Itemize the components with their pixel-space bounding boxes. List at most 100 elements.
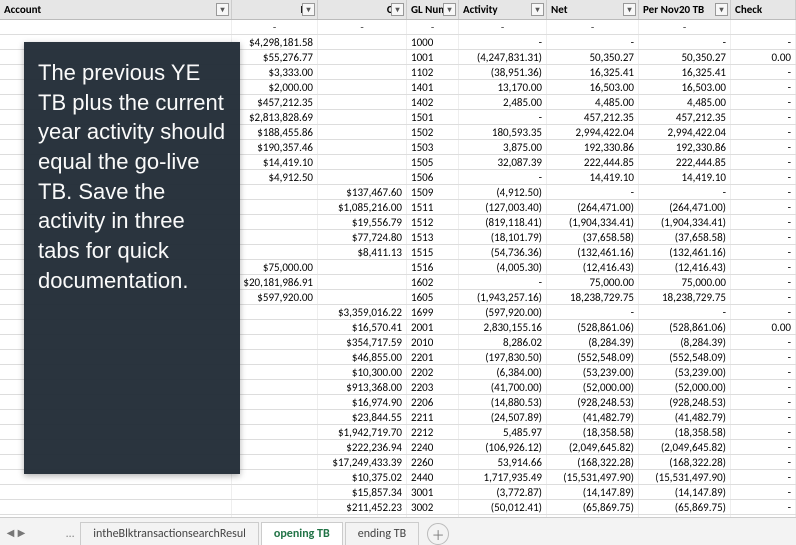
cell-gl[interactable]: 1516	[407, 260, 459, 274]
cell-tb[interactable]: 2,994,422.04	[639, 125, 731, 139]
cell-gl[interactable]: 2211	[407, 410, 459, 424]
cell-gl[interactable]: 2001	[407, 320, 459, 334]
cell-de[interactable]: $597,920.00	[232, 290, 318, 304]
cell[interactable]	[0, 485, 232, 499]
cell-cre[interactable]: $16,974.90	[318, 395, 407, 409]
cell-de[interactable]	[232, 485, 318, 499]
cell-de[interactable]: $190,357.46	[232, 140, 318, 154]
cell-gl[interactable]: 1513	[407, 230, 459, 244]
cell-activity[interactable]: -	[459, 110, 547, 124]
cell-tb[interactable]: (18,358.58)	[639, 425, 731, 439]
cell-check[interactable]: -	[731, 200, 796, 214]
cell-net[interactable]: 16,325.41	[547, 65, 639, 79]
cell-gl[interactable]: 1605	[407, 290, 459, 304]
cell-net[interactable]: (52,000.00)	[547, 380, 639, 394]
cell-tb[interactable]: -	[639, 185, 731, 199]
cell-cre[interactable]: $137,467.60	[318, 185, 407, 199]
cell-de[interactable]: $188,455.86	[232, 125, 318, 139]
cell-net[interactable]: -	[547, 185, 639, 199]
cell-check[interactable]: -	[731, 335, 796, 349]
cell-net[interactable]: (15,531,497.90)	[547, 470, 639, 484]
cell-net[interactable]: (37,658.58)	[547, 230, 639, 244]
cell-check[interactable]: -	[731, 155, 796, 169]
cell-activity[interactable]: (197,830.50)	[459, 350, 547, 364]
cell-cre[interactable]: $77,724.80	[318, 230, 407, 244]
cell-net[interactable]: (132,461.16)	[547, 245, 639, 259]
cell-activity[interactable]: (50,012.41)	[459, 500, 547, 514]
filter-dropdown-icon[interactable]: ▾	[623, 3, 636, 16]
cell-cre[interactable]	[318, 155, 407, 169]
cell-activity[interactable]: (54,736.36)	[459, 245, 547, 259]
cell-net[interactable]: 50,350.27	[547, 50, 639, 64]
cell-de[interactable]	[232, 365, 318, 379]
filter-dropdown-icon[interactable]: ▾	[302, 3, 315, 16]
table-row[interactable]: $15,857.343001(3,772.87)(14,147.89)(14,1…	[0, 485, 796, 500]
cell-gl[interactable]: 3001	[407, 485, 459, 499]
cell-check[interactable]: -	[731, 365, 796, 379]
cell-tb[interactable]: (15,531,497.90)	[639, 470, 731, 484]
cell-net[interactable]: (2,049,645.82)	[547, 440, 639, 454]
table-row[interactable]: $211,452.233002(50,012.41)(65,869.75)(65…	[0, 500, 796, 515]
filter-cell[interactable]: -	[318, 20, 407, 34]
cell-net[interactable]: (14,147.89)	[547, 485, 639, 499]
cell-check[interactable]: -	[731, 245, 796, 259]
cell-cre[interactable]	[318, 170, 407, 184]
cell-cre[interactable]	[318, 290, 407, 304]
cell-cre[interactable]	[318, 275, 407, 289]
cell-tb[interactable]: 75,000.00	[639, 275, 731, 289]
cell-gl[interactable]: 2440	[407, 470, 459, 484]
cell-cre[interactable]: $10,375.02	[318, 470, 407, 484]
cell-gl[interactable]: 1511	[407, 200, 459, 214]
cell-tb[interactable]: 16,503.00	[639, 80, 731, 94]
cell-cre[interactable]: $17,249,433.39	[318, 455, 407, 469]
filter-dropdown-icon[interactable]: ▾	[443, 3, 456, 16]
cell-net[interactable]: 18,238,729.75	[547, 290, 639, 304]
cell-net[interactable]: (8,284.39)	[547, 335, 639, 349]
sheet-tab[interactable]: intheBlktransactionsearchResul	[80, 522, 259, 545]
cell-gl[interactable]: 1502	[407, 125, 459, 139]
cell-cre[interactable]: $913,368.00	[318, 380, 407, 394]
cell-de[interactable]	[232, 305, 318, 319]
cell-gl[interactable]: 1401	[407, 80, 459, 94]
cell-cre[interactable]	[318, 260, 407, 274]
cell-net[interactable]: (928,248.53)	[547, 395, 639, 409]
cell-check[interactable]: -	[731, 275, 796, 289]
cell-cre[interactable]: $15,857.34	[318, 485, 407, 499]
cell-activity[interactable]: (1,943,257.16)	[459, 290, 547, 304]
cell-tb[interactable]: (1,904,334.41)	[639, 215, 731, 229]
cell-de[interactable]	[232, 470, 318, 484]
cell-activity[interactable]: -	[459, 170, 547, 184]
cell-de[interactable]	[232, 185, 318, 199]
cell-activity[interactable]: 180,593.35	[459, 125, 547, 139]
cell-gl[interactable]: 1001	[407, 50, 459, 64]
cell-net[interactable]: 4,485.00	[547, 95, 639, 109]
cell-cre[interactable]: $211,452.23	[318, 500, 407, 514]
cell-tb[interactable]: (12,416.43)	[639, 260, 731, 274]
cell-check[interactable]: -	[731, 110, 796, 124]
header-gl[interactable]: GL Num ▾	[407, 0, 459, 19]
cell-tb[interactable]: -	[639, 35, 731, 49]
cell-de[interactable]	[232, 455, 318, 469]
cell-gl[interactable]: 1505	[407, 155, 459, 169]
cell-check[interactable]: -	[731, 470, 796, 484]
cell-tb[interactable]: (528,861.06)	[639, 320, 731, 334]
cell-tb[interactable]: 457,212.35	[639, 110, 731, 124]
cell-gl[interactable]: 2201	[407, 350, 459, 364]
cell-net[interactable]: (53,239.00)	[547, 365, 639, 379]
header-de[interactable]: De ▾	[232, 0, 318, 19]
cell-activity[interactable]: (127,003.40)	[459, 200, 547, 214]
header-tb[interactable]: Per Nov20 TB ▾	[639, 0, 731, 19]
cell-activity[interactable]: 8,286.02	[459, 335, 547, 349]
cell-de[interactable]: $2,813,828.69	[232, 110, 318, 124]
cell-activity[interactable]: -	[459, 275, 547, 289]
cell-net[interactable]: 222,444.85	[547, 155, 639, 169]
sheet-nav-next-icon[interactable]: ▶	[17, 523, 26, 541]
cell-check[interactable]: -	[731, 425, 796, 439]
cell-check[interactable]: 0.00	[731, 320, 796, 334]
cell-check[interactable]: 0.00	[731, 50, 796, 64]
cell-de[interactable]: $75,000.00	[232, 260, 318, 274]
cell-gl[interactable]: 1506	[407, 170, 459, 184]
cell-check[interactable]: -	[731, 305, 796, 319]
cell-gl[interactable]: 1509	[407, 185, 459, 199]
cell-cre[interactable]: $16,570.41	[318, 320, 407, 334]
